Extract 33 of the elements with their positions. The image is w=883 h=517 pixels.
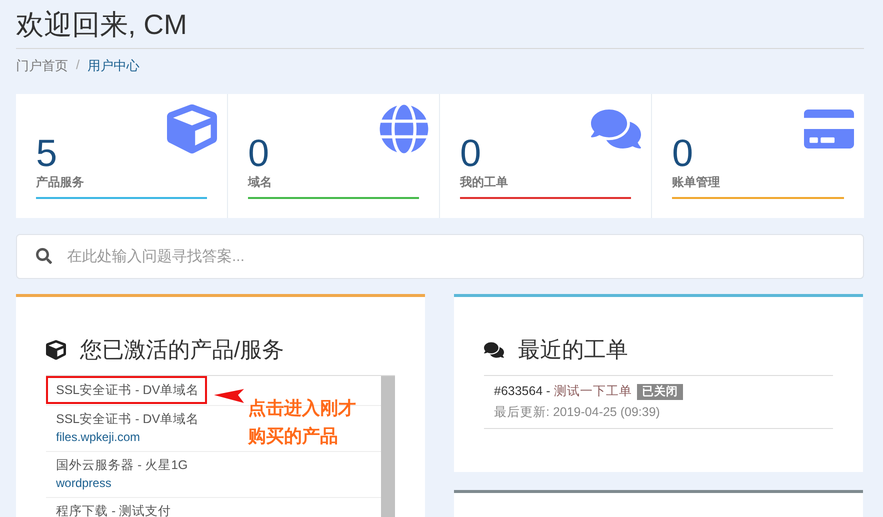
search-field[interactable]: 在此处输入问题寻找答案... (16, 234, 864, 279)
stat-label[interactable]: 我的工单 (460, 174, 631, 191)
cube-icon (46, 340, 66, 360)
globe-icon (379, 104, 429, 154)
product-name[interactable]: 程序下载 - 测试支付 (56, 502, 172, 517)
scrollbar[interactable] (381, 376, 395, 517)
stat-value: 0 (672, 134, 694, 174)
ticket-updated: 最后更新: 2019-04-25 (09:39) (494, 404, 661, 421)
panel-title: 您已激活的产品/服务 (80, 336, 284, 364)
chat-bubbles-icon (484, 340, 504, 360)
cube-icon (167, 104, 217, 154)
breadcrumb-link[interactable]: 用户中心 (88, 57, 140, 75)
ticket-item[interactable]: #633564 - 测试一下工单 已关闭 最后更新: 2019-04-25 (09:39) (484, 375, 833, 429)
product-domain: files.wpkeji.com (56, 429, 140, 446)
product-name[interactable]: SSL安全证书 - DV单域名 (56, 410, 200, 428)
status-badge: 已关闭 (636, 384, 683, 400)
panel-title: 最近的工单 (518, 336, 628, 364)
stat-value: 0 (460, 134, 482, 174)
breadcrumb-link[interactable]: 门户首页 (16, 57, 68, 75)
stat-label[interactable]: 域名 (248, 174, 419, 191)
stat-value: 0 (248, 134, 270, 174)
ticket-title: #633564 - 测试一下工单 (494, 384, 632, 398)
arrow-icon (214, 389, 246, 405)
product-name[interactable]: 国外云服务器 - 火星1G (56, 456, 188, 474)
product-domain: wordpress (56, 475, 112, 492)
page-title: 欢迎回来, CM (16, 0, 864, 49)
breadcrumb-separator: / (76, 57, 80, 72)
search-icon (36, 248, 52, 264)
product-name[interactable]: SSL安全证书 - DV单域名 (46, 376, 208, 404)
stat-label[interactable]: 账单管理 (672, 174, 844, 191)
annotation-text: 点击进入刚才 购买的产品 (248, 397, 356, 448)
stat-label[interactable]: 产品服务 (36, 174, 207, 191)
stat-value: 5 (36, 134, 58, 174)
